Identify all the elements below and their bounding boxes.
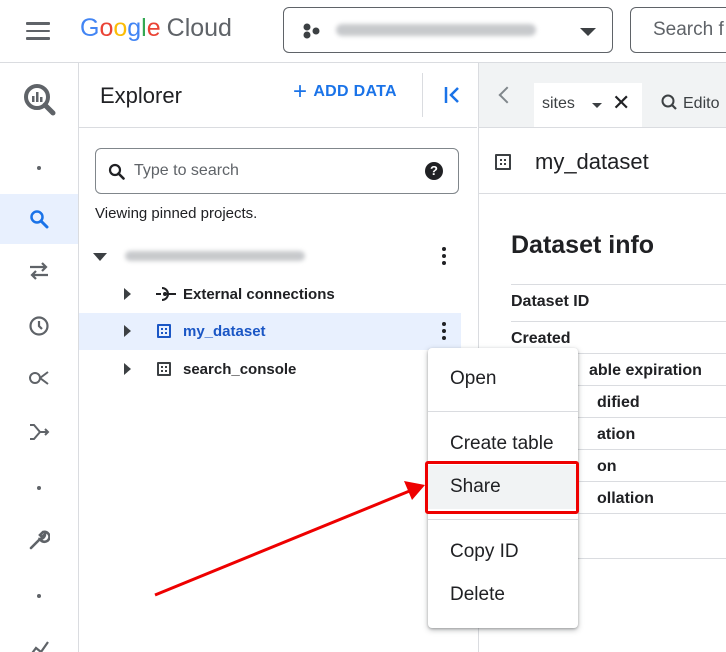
add-data-label: ADD DATA [313,83,397,100]
search-icon[interactable] [0,194,78,244]
rail-dot [0,463,78,513]
chevron-right-icon[interactable] [124,288,131,300]
menu-item-open[interactable]: Open [428,368,578,390]
tab-label: Edito [683,95,720,112]
tree-row-search-console[interactable]: search_console [79,351,461,388]
explorer-panel: Explorer + ADD DATA ? Viewing pinned pro… [79,63,477,652]
dataset-info-heading: Dataset info [511,231,655,259]
tree-label: External connections [183,286,335,303]
rail-dot [0,143,78,193]
logo-letter: e [146,14,161,42]
pipeline-icon[interactable] [0,407,78,457]
info-label: dified [597,394,640,411]
wrench-icon[interactable] [0,515,78,565]
collapse-panel-icon[interactable] [443,85,463,105]
divider [479,193,726,194]
chevron-down-icon[interactable] [592,103,602,108]
info-label: on [597,458,617,475]
logo-letter: g [127,14,142,42]
tree-label: my_dataset [183,323,266,340]
explorer-search-input[interactable] [134,159,414,183]
tree-row-project[interactable] [79,238,461,275]
plus-icon: + [293,78,308,105]
tab-editor[interactable]: Edito [661,94,719,113]
chevron-left-icon[interactable] [498,86,516,104]
project-name-redacted [125,251,305,261]
logo-letter: G [80,14,100,42]
analytics-hub-icon[interactable] [0,353,78,403]
project-picker[interactable] [283,7,613,53]
menu-item-delete[interactable]: Delete [428,584,578,606]
transfer-arrows-icon[interactable] [0,246,78,296]
chevron-right-icon[interactable] [124,325,131,337]
project-icon [303,23,320,39]
highlight-annotation-box [425,461,579,514]
logo-letter: o [113,14,128,42]
tab-sites[interactable]: sites ✕ [534,83,642,127]
top-search-field[interactable]: Search f [630,7,726,53]
menu-divider [428,519,578,520]
explorer-title: Explorer [100,83,182,108]
tree-label: search_console [183,361,297,378]
menu-item-create-table[interactable]: Create table [428,433,578,455]
info-label: ation [597,426,636,443]
logo-letter: o [99,14,114,42]
dataset-icon [157,362,171,376]
info-label: Created [511,330,571,347]
more-vert-icon[interactable] [442,247,446,268]
menu-icon[interactable] [26,22,50,40]
logo-cloud-word: Cloud [166,14,232,42]
project-name-redacted [336,24,536,36]
info-label: able expiration [589,362,702,379]
external-connection-icon [156,287,176,301]
tree-row-external-connections[interactable]: External connections [79,276,461,313]
rail-dot [0,571,78,621]
info-row: Dataset ID [511,284,726,322]
dataset-title: my_dataset [535,149,649,174]
tab-bar: sites ✕ Edito [479,63,726,128]
tree-row-my-dataset[interactable]: my_dataset [79,313,461,350]
info-label: ollation [597,490,654,507]
menu-item-copy-id[interactable]: Copy ID [428,541,578,563]
add-data-button[interactable]: + ADD DATA [293,78,397,105]
more-vert-icon[interactable] [442,322,446,343]
dataset-icon [157,324,171,338]
divider [79,127,477,128]
chevron-down-icon[interactable] [93,253,107,261]
tab-label: sites [542,95,575,112]
clock-icon[interactable] [0,301,78,351]
pinned-projects-note: Viewing pinned projects. [95,205,258,222]
dataset-icon [495,154,511,170]
menu-divider [428,411,578,412]
chart-icon[interactable] [0,621,78,652]
close-icon[interactable]: ✕ [612,90,630,116]
divider [422,73,423,117]
info-label: Dataset ID [511,293,590,310]
query-icon [661,94,677,110]
chevron-down-icon [580,28,596,36]
chevron-right-icon[interactable] [124,363,131,375]
top-bar: Google Cloud Search f [0,0,726,63]
left-nav-rail [0,63,79,652]
search-icon [108,163,125,180]
bigquery-logo-icon[interactable] [0,71,78,127]
help-icon[interactable]: ? [425,162,443,180]
explorer-search-box[interactable]: ? [95,148,459,194]
google-cloud-logo[interactable]: Google Cloud [80,14,232,43]
